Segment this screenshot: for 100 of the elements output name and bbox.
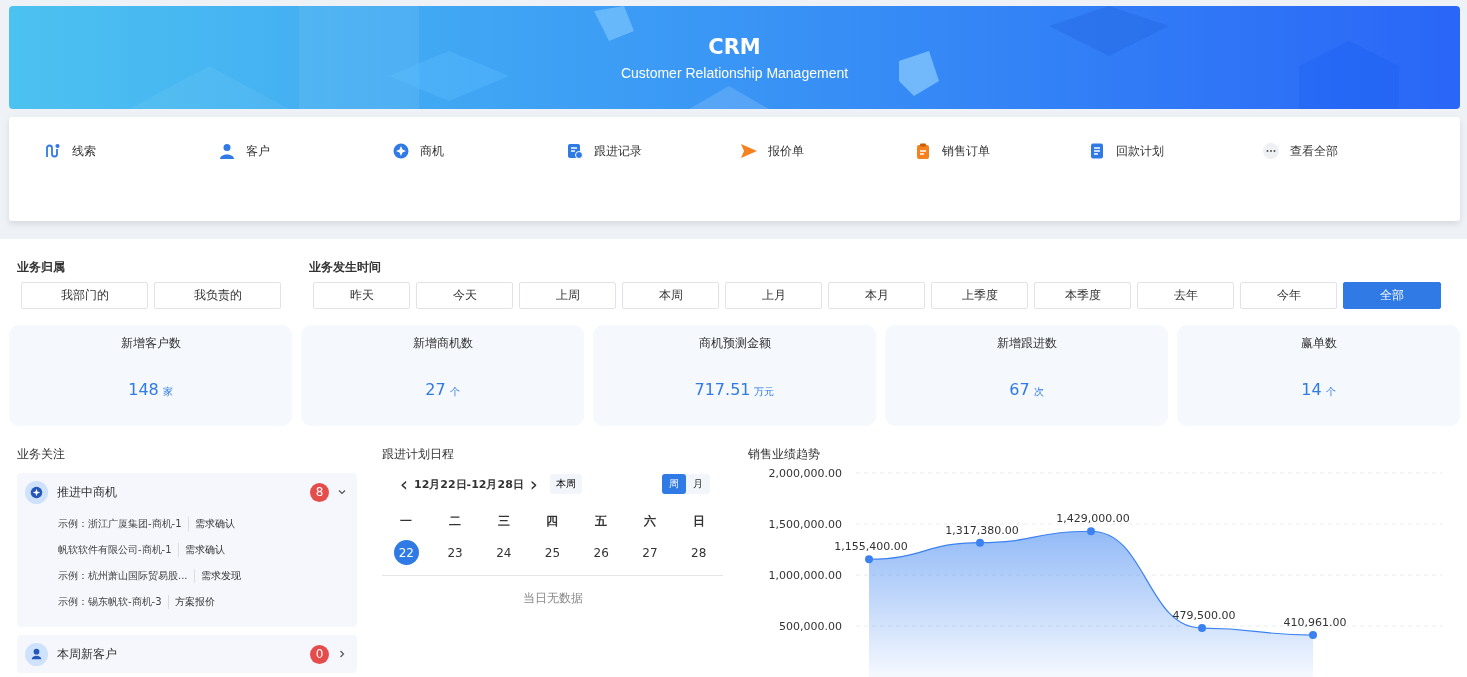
day-button[interactable]: 26 [588, 540, 614, 565]
axis-label: 1,500,000.00 [768, 518, 842, 531]
data-point [1198, 624, 1206, 633]
stat-unit: 家 [162, 386, 173, 397]
section-title: 业务关注 [17, 446, 66, 463]
weekday-label: 一 [399, 513, 414, 530]
day-button[interactable]: 27 [637, 540, 663, 565]
filter-button[interactable]: 本周 [622, 282, 719, 309]
focus-title: 本周新客户 [57, 645, 118, 663]
section-title: 跟进计划日程 [382, 446, 455, 463]
view-tab[interactable]: 周 [662, 474, 686, 494]
compass-icon [392, 142, 410, 160]
banner-title: CRM [707, 34, 762, 59]
filter-button[interactable]: 本月 [828, 282, 925, 309]
stage-label: 需求发现 [199, 569, 241, 583]
filter-button[interactable]: 全部 [1343, 282, 1441, 309]
data-point [865, 555, 873, 564]
next-button[interactable]: › [527, 476, 540, 492]
data-label: 410,961.00 [1283, 616, 1347, 630]
person-icon [25, 642, 48, 666]
stat-label: 新增跟进数 [995, 335, 1058, 352]
shortcut-link[interactable]: 线索 [44, 142, 218, 160]
day-button[interactable]: 22 [393, 540, 419, 565]
stage-label: 需求确认 [183, 543, 225, 557]
shortcut-link[interactable]: 回款计划 [1088, 142, 1262, 160]
stat-unit: 个 [449, 386, 460, 397]
weekday-label: 三 [496, 513, 511, 530]
clipboard-icon [914, 142, 932, 160]
stat-label: 商机预测金额 [697, 335, 772, 352]
document-icon [566, 142, 584, 160]
weekday-label: 六 [642, 513, 657, 530]
filter-button[interactable]: 上周 [519, 282, 616, 309]
filter-button[interactable]: 上季度 [931, 282, 1028, 309]
weekday-label: 日 [691, 513, 706, 530]
banner-subtitle: Customer Relationship Management [620, 64, 849, 81]
send-icon [740, 142, 758, 160]
stat-value: 67 [1009, 380, 1030, 399]
shortcut-link[interactable]: 查看全部 [1262, 142, 1436, 160]
weekday-label: 二 [448, 513, 463, 530]
weekday-label: 五 [594, 513, 609, 530]
shortcut-link[interactable]: 跟进记录 [566, 142, 740, 160]
stat-value: 717.51 [694, 380, 751, 399]
filter-title: 业务发生时间 [309, 259, 382, 276]
stage-label: 需求确认 [193, 517, 235, 531]
view-tab[interactable]: 月 [686, 474, 710, 494]
chevron-right-icon[interactable] [337, 649, 347, 659]
shortcut-link[interactable]: 销售订单 [914, 142, 1088, 160]
stat-label: 新增客户数 [119, 335, 182, 352]
this-week-button[interactable]: 本周 [549, 474, 582, 494]
stat-unit: 万元 [754, 386, 775, 397]
stat-value: 27 [425, 380, 446, 399]
stat-label: 赢单数 [1299, 335, 1338, 352]
stat-value: 14 [1301, 380, 1322, 399]
data-label: 1,317,380.00 [945, 523, 1019, 537]
filter-button[interactable]: 我部门的 [21, 282, 148, 309]
data-point [1309, 631, 1317, 640]
stage-label: 方案报价 [173, 595, 215, 609]
shortcut-link[interactable]: 客户 [218, 142, 392, 160]
filter-button[interactable]: 今年 [1240, 282, 1337, 309]
axis-label: 2,000,000.00 [768, 467, 842, 480]
opportunity-name[interactable]: 示例：锡东帆软-商机-3 [58, 595, 169, 609]
more-icon [1262, 142, 1280, 160]
filter-button[interactable]: 今天 [416, 282, 513, 309]
day-button[interactable]: 24 [491, 540, 517, 565]
route-icon [44, 142, 62, 160]
count-badge: 8 [310, 482, 329, 502]
previous-button[interactable]: ‹ [398, 476, 410, 492]
data-label: 479,500.00 [1172, 609, 1236, 623]
filter-title: 业务归属 [17, 259, 66, 276]
opportunity-name[interactable]: 示例：浙江广厦集团-商机-1 [58, 517, 189, 531]
filter-button[interactable]: 去年 [1137, 282, 1234, 309]
shortcut-link[interactable]: 商机 [392, 142, 566, 160]
chevron-down-icon[interactable] [337, 487, 347, 497]
opportunity-name[interactable]: 示例：杭州萧山国际贸易股... [58, 569, 195, 583]
empty-message: 当日无数据 [521, 590, 584, 607]
stat-value: 148 [128, 380, 159, 399]
weekday-label: 四 [545, 513, 560, 530]
filter-button[interactable]: 昨天 [313, 282, 410, 309]
day-button[interactable]: 25 [540, 540, 565, 565]
filter-button[interactable]: 本季度 [1034, 282, 1131, 309]
axis-label: 1,000,000.00 [768, 569, 842, 582]
axis-label: 500,000.00 [779, 620, 842, 633]
data-point [976, 538, 984, 547]
list-icon [1088, 142, 1106, 160]
opportunity-name[interactable]: 帆软软件有限公司-商机-1 [58, 543, 179, 557]
stat-label: 新增商机数 [411, 335, 474, 352]
section-title: 销售业绩趋势 [748, 446, 821, 463]
compass-icon [25, 480, 48, 504]
data-point [1087, 527, 1095, 536]
data-label: 1,429,000.00 [1056, 512, 1130, 526]
day-button[interactable]: 28 [686, 540, 712, 565]
focus-title: 推进中商机 [57, 483, 118, 501]
filter-button[interactable]: 上月 [725, 282, 822, 309]
day-button[interactable]: 23 [442, 540, 468, 565]
stat-unit: 个 [1325, 386, 1336, 397]
date-range: 12月22日-12月28日 [414, 476, 524, 492]
data-label: 1,155,400.00 [834, 540, 908, 554]
shortcut-link[interactable]: 报价单 [740, 142, 914, 160]
count-badge: 0 [310, 644, 329, 664]
filter-button[interactable]: 我负责的 [154, 282, 281, 309]
